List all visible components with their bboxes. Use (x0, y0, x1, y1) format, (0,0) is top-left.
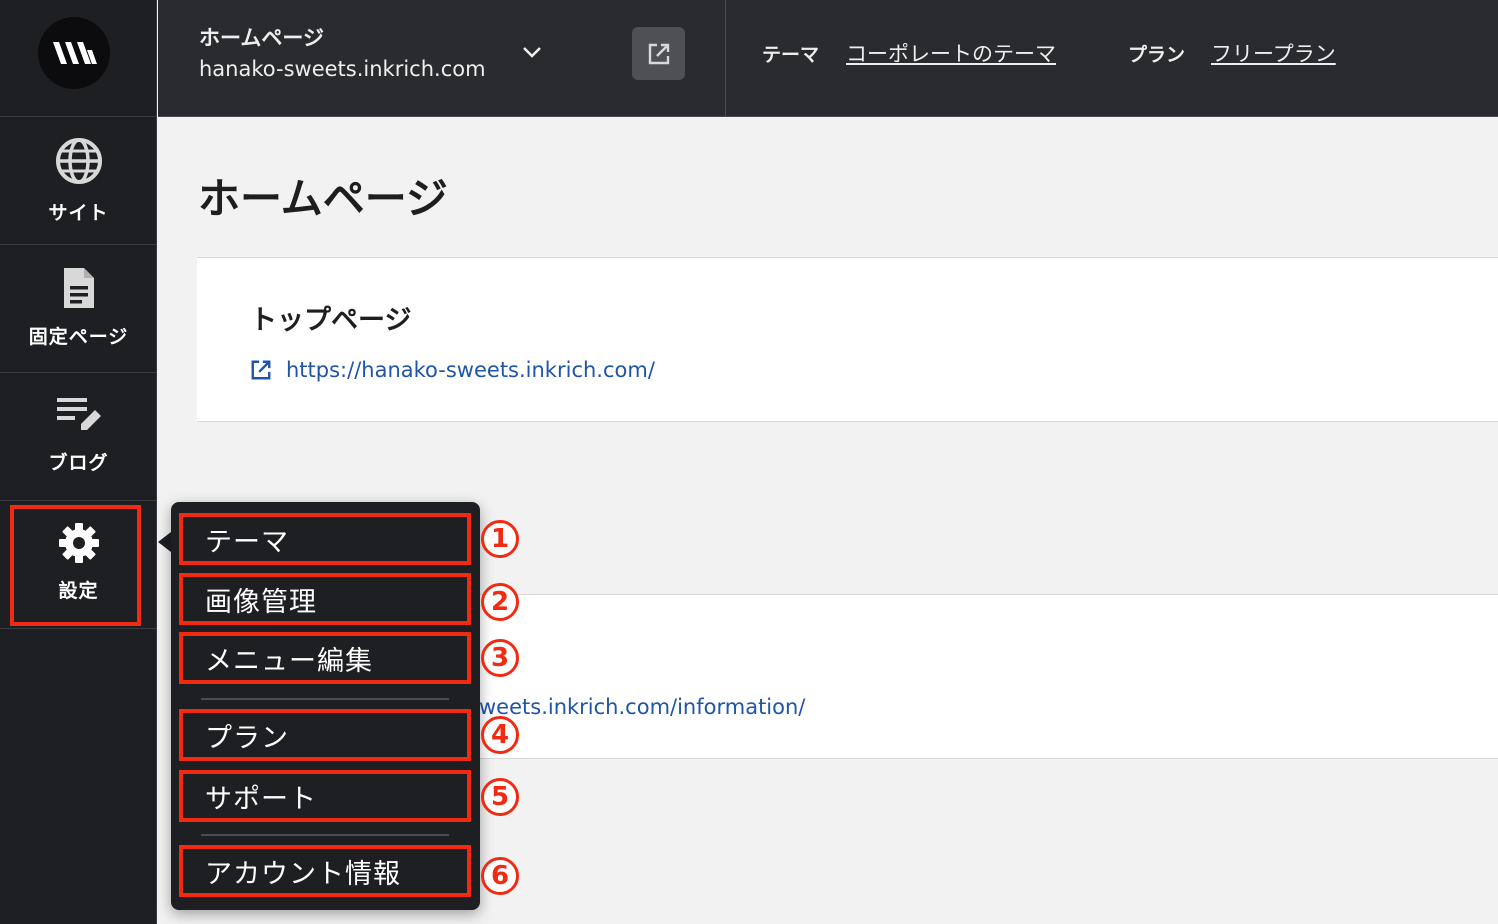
site-dropdown-button[interactable] (518, 38, 546, 66)
annotation-badge-5: 5 (481, 778, 519, 816)
annotation-badge-3: 3 (481, 639, 519, 677)
top-page-title: トップページ (250, 305, 412, 336)
globe-icon (55, 138, 102, 184)
menu-pointer-arrow (158, 532, 171, 552)
sidebar-item-label: サイト (48, 202, 109, 224)
menu-item-menu-edit[interactable]: メニュー編集 (179, 632, 471, 684)
information-page-url[interactable]: weets.inkrich.com/information/ (479, 695, 805, 719)
menu-item-label: アカウント情報 (205, 858, 401, 890)
annotation-badge-6: 6 (481, 857, 519, 895)
menu-item-label: サポート (205, 783, 317, 815)
sidebar-item-blog[interactable]: ブログ (0, 374, 157, 501)
menu-item-label: テーマ (205, 526, 289, 558)
external-link-icon (648, 43, 669, 64)
menu-item-label: メニュー編集 (205, 645, 373, 677)
open-site-button[interactable] (632, 27, 685, 80)
external-link-icon (251, 360, 271, 380)
top-page-url: https://hanako-sweets.inkrich.com/ (286, 358, 655, 382)
logo-mark-icon (53, 42, 97, 64)
document-icon (63, 268, 94, 308)
sidebar-item-site[interactable]: サイト (0, 118, 157, 245)
chevron-down-icon (523, 47, 541, 58)
menu-item-label: プラン (205, 722, 289, 754)
sidebar-item-label: ブログ (48, 452, 109, 474)
plan-label: プラン (1128, 44, 1186, 66)
menu-divider (201, 698, 449, 700)
menu-divider (201, 834, 449, 836)
top-header: ホームページ hanako-sweets.inkrich.com テーマ コーポ… (158, 0, 1498, 117)
menu-item-support[interactable]: サポート (179, 770, 471, 822)
annotation-badge-4: 4 (481, 716, 519, 754)
menu-item-image-management[interactable]: 画像管理 (179, 573, 471, 625)
sidebar: サイト 固定ページ ブログ 設定 (0, 0, 157, 924)
theme-label: テーマ (762, 44, 820, 66)
app-logo[interactable] (38, 17, 110, 89)
logo-area (0, 0, 157, 117)
plan-link[interactable]: フリープラン (1211, 38, 1336, 68)
top-page-link[interactable]: https://hanako-sweets.inkrich.com/ (250, 358, 655, 382)
menu-item-plan[interactable]: プラン (179, 709, 471, 761)
site-title: ホームページ (199, 26, 324, 50)
sidebar-item-fixed-pages[interactable]: 固定ページ (0, 246, 157, 373)
settings-menu: テーマ 画像管理 メニュー編集 プラン サポート アカウント情報 (171, 502, 480, 910)
sidebar-item-settings[interactable]: 設定 (0, 502, 157, 629)
menu-item-theme[interactable]: テーマ (179, 513, 471, 565)
menu-item-label: 画像管理 (205, 586, 317, 618)
top-page-card: トップページ https://hanako-sweets.inkrich.com… (197, 257, 1498, 422)
menu-item-account-info[interactable]: アカウント情報 (179, 845, 471, 897)
site-domain: hanako-sweets.inkrich.com (199, 57, 486, 81)
theme-link[interactable]: コーポレートのテーマ (846, 38, 1056, 68)
page-title: ホームページ (198, 174, 448, 223)
sidebar-item-label: 固定ページ (28, 326, 129, 348)
annotation-badge-1: 1 (481, 520, 519, 558)
annotation-badge-2: 2 (481, 583, 519, 621)
sidebar-item-label: 設定 (58, 580, 99, 602)
gear-icon (58, 523, 99, 563)
edit-list-icon (56, 398, 101, 430)
site-selector[interactable]: ホームページ hanako-sweets.inkrich.com (158, 0, 726, 117)
